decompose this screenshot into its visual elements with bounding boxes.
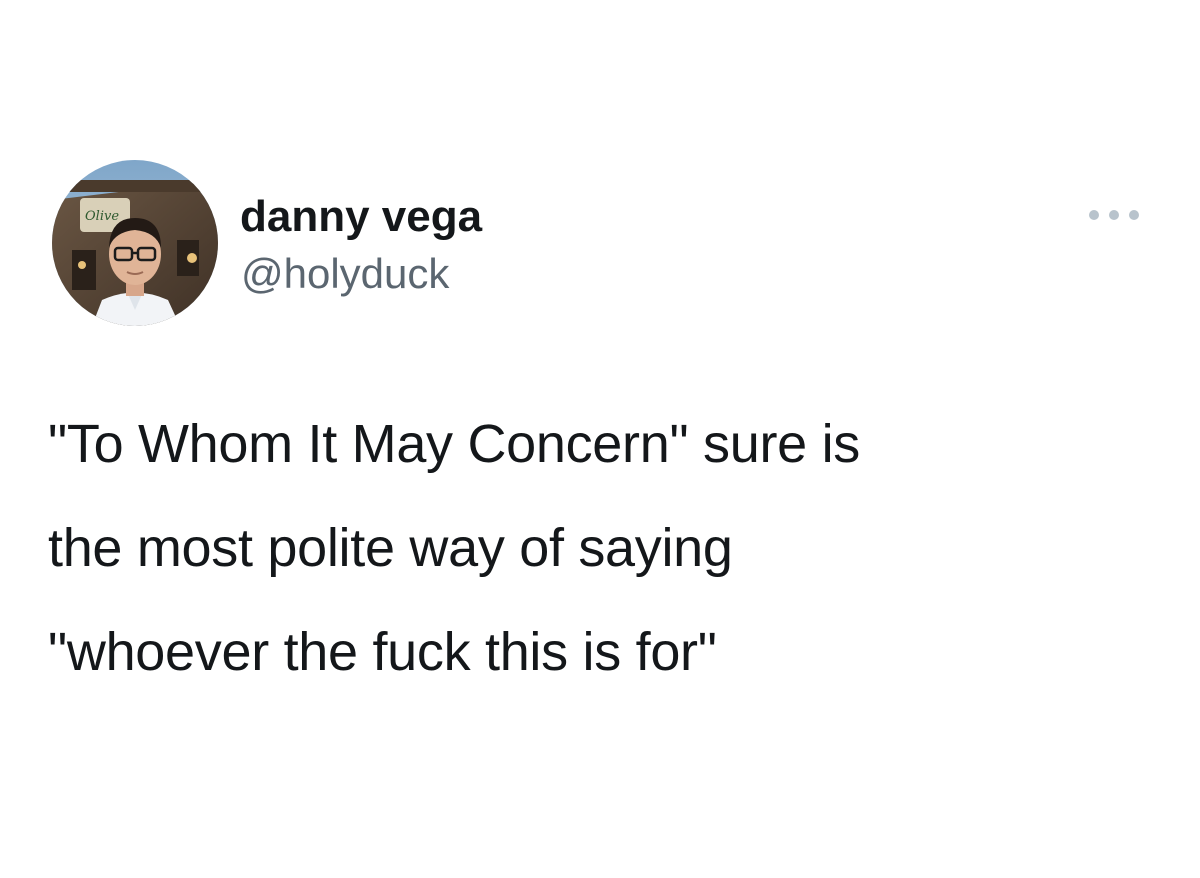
- tweet-text: "To Whom It May Concern" sure is the mos…: [48, 392, 1168, 704]
- tweet-text-line-3: "whoever the fuck this is for": [48, 622, 717, 682]
- avatar-sign-text: Olive: [85, 209, 119, 224]
- author-display-name[interactable]: danny vega: [240, 190, 482, 244]
- tweet-text-line-2: the most polite way of saying: [48, 518, 733, 578]
- avatar[interactable]: Olive: [52, 160, 218, 326]
- author-handle[interactable]: @holyduck: [241, 248, 449, 300]
- more-horizontal-icon: [1089, 210, 1139, 220]
- more-options-button[interactable]: [1084, 198, 1148, 232]
- tweet-card: Olive danny vega @holyduck "To Whom It M…: [0, 0, 1200, 878]
- avatar-image: Olive: [52, 160, 218, 326]
- tweet-text-line-1: "To Whom It May Concern" sure is: [48, 414, 860, 474]
